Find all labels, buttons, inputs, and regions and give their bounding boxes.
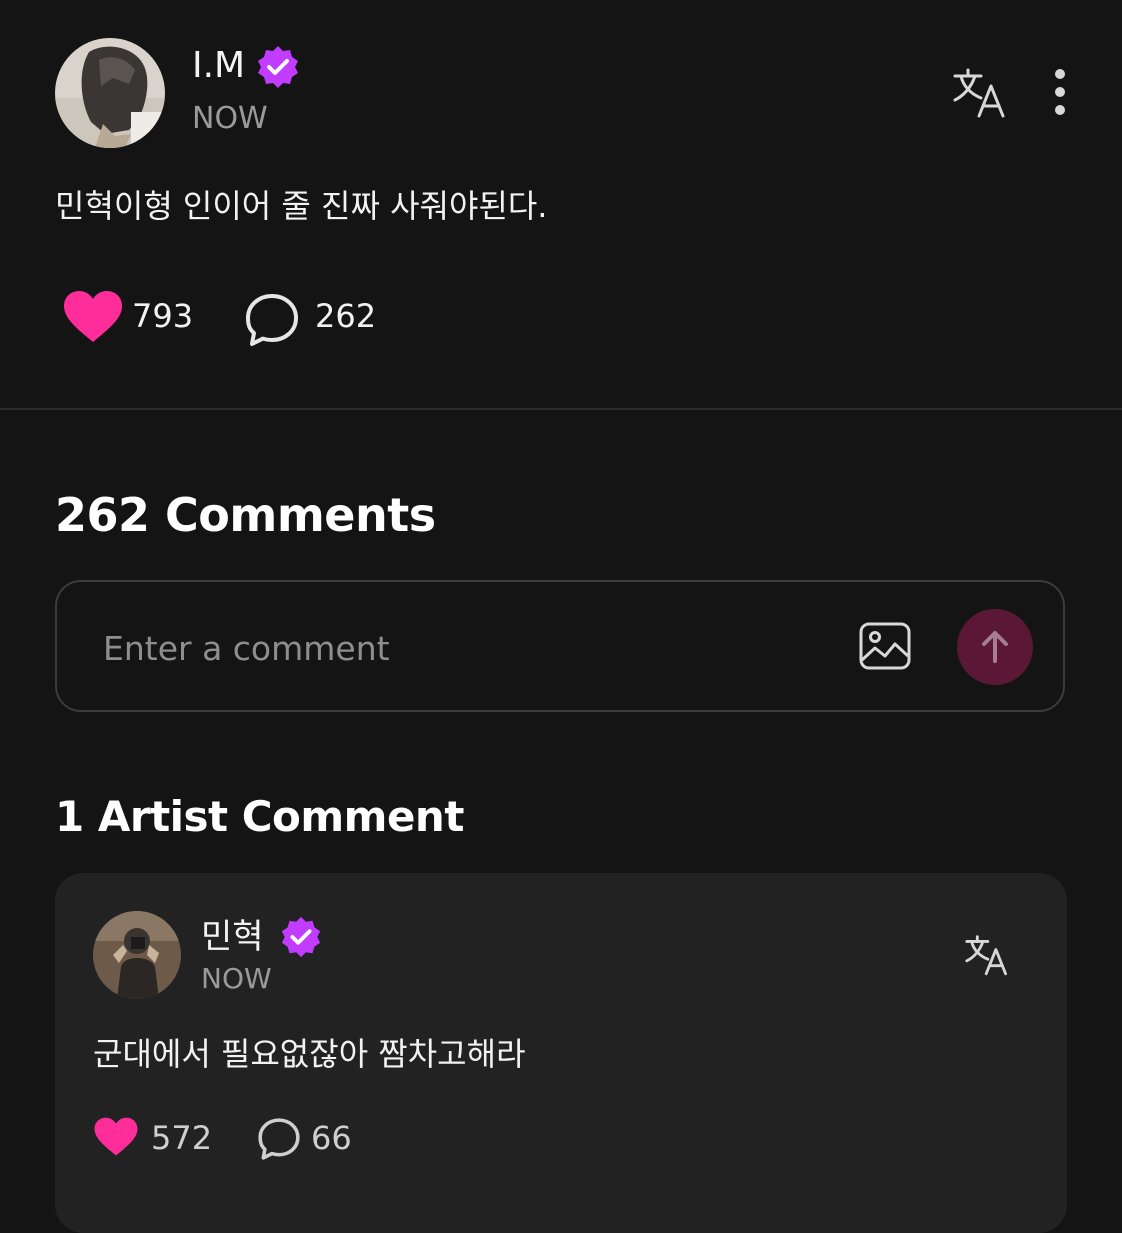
like-count: 793 (132, 297, 194, 335)
translate-icon[interactable] (953, 68, 1007, 120)
heart-icon[interactable] (62, 290, 124, 344)
artist-like-count: 572 (151, 1119, 213, 1157)
section-divider (0, 408, 1122, 410)
post-text: 민혁이형 인이어 줄 진짜 사줘야된다. (55, 187, 548, 225)
comment-bubble-icon[interactable] (257, 1117, 301, 1161)
artist-comment-author[interactable]: 민혁 (201, 915, 264, 959)
comment-bubble-icon[interactable] (244, 292, 300, 348)
arrow-up-icon (982, 631, 1008, 663)
verified-badge-icon (255, 44, 301, 90)
comments-heading: 262 Comments (55, 488, 436, 542)
post-header: I.M NOW (55, 38, 1067, 148)
artist-comment-timestamp: NOW (201, 962, 272, 995)
artist-comment-text: 군대에서 필요없잖아 짬차고해라 (93, 1035, 526, 1073)
image-icon[interactable] (859, 622, 911, 670)
author-name[interactable]: I.M (192, 44, 245, 88)
more-vertical-icon[interactable] (1053, 68, 1067, 120)
comment-input-box (55, 580, 1065, 712)
artist-comment-card: 민혁 NOW 군대에서 필요없잖아 짬차고해라 572 66 (55, 873, 1067, 1233)
artist-comments-heading: 1 Artist Comment (55, 792, 464, 841)
post-timestamp: NOW (192, 101, 268, 136)
comment-count: 262 (315, 297, 377, 335)
artist-avatar[interactable] (93, 911, 181, 999)
send-button[interactable] (957, 609, 1033, 685)
heart-icon[interactable] (93, 1117, 139, 1157)
author-avatar[interactable] (55, 38, 165, 148)
comment-input[interactable] (101, 612, 805, 684)
artist-comment-count: 66 (311, 1119, 352, 1157)
translate-icon[interactable] (965, 935, 1009, 977)
verified-badge-icon (279, 915, 323, 959)
